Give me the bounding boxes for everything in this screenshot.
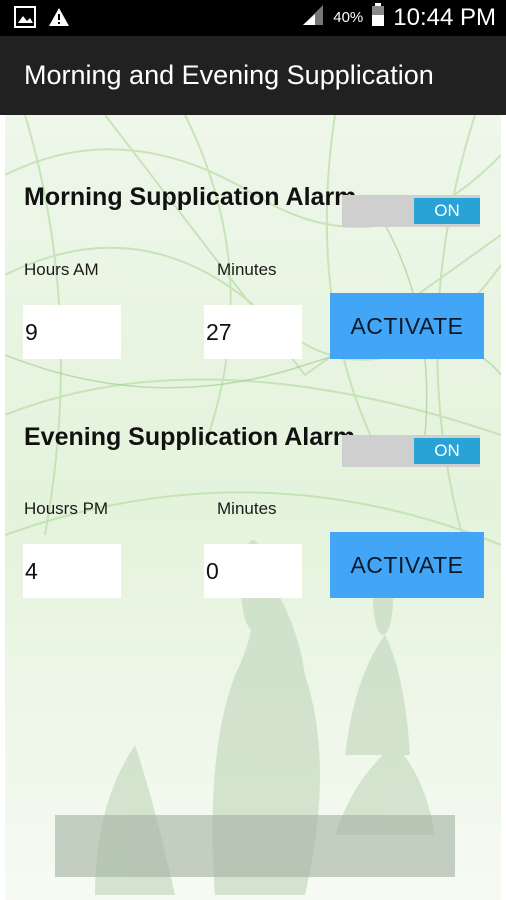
- morning-alarm-toggle[interactable]: ON: [342, 195, 480, 227]
- status-bar: 40% 10:44 PM: [0, 0, 506, 36]
- morning-section-title: Morning Supplication Alarm: [24, 183, 357, 211]
- evening-section-title: Evening Supplication Alarm: [24, 423, 356, 451]
- evening-minutes-input[interactable]: [204, 544, 302, 598]
- warning-icon: [48, 7, 70, 32]
- battery-percent: 40%: [333, 9, 364, 26]
- morning-hours-input[interactable]: [23, 305, 121, 359]
- evening-hours-label: Housrs PM: [24, 499, 109, 518]
- morning-minutes-input[interactable]: [204, 305, 302, 359]
- evening-activate-button[interactable]: ACTIVATE: [330, 532, 484, 598]
- status-time: 10:44 PM: [393, 3, 496, 31]
- morning-minutes-label: Minutes: [217, 260, 277, 279]
- app-title: Morning and Evening Supplication: [24, 60, 434, 90]
- signal-icon: [301, 4, 325, 31]
- morning-hours-label: Hours AM: [24, 260, 99, 279]
- evening-minutes-label: Minutes: [217, 499, 277, 518]
- morning-activate-button[interactable]: ACTIVATE: [330, 293, 484, 359]
- app-bar: Morning and Evening Supplication: [0, 36, 506, 115]
- battery-icon: [371, 3, 385, 32]
- evening-alarm-toggle[interactable]: ON: [342, 435, 480, 467]
- morning-toggle-thumb: ON: [414, 198, 480, 224]
- main-content: Morning Supplication Alarm ON Hours AM M…: [0, 115, 506, 900]
- evening-toggle-thumb: ON: [414, 438, 480, 464]
- evening-hours-input[interactable]: [23, 544, 121, 598]
- image-notification-icon: [14, 6, 36, 33]
